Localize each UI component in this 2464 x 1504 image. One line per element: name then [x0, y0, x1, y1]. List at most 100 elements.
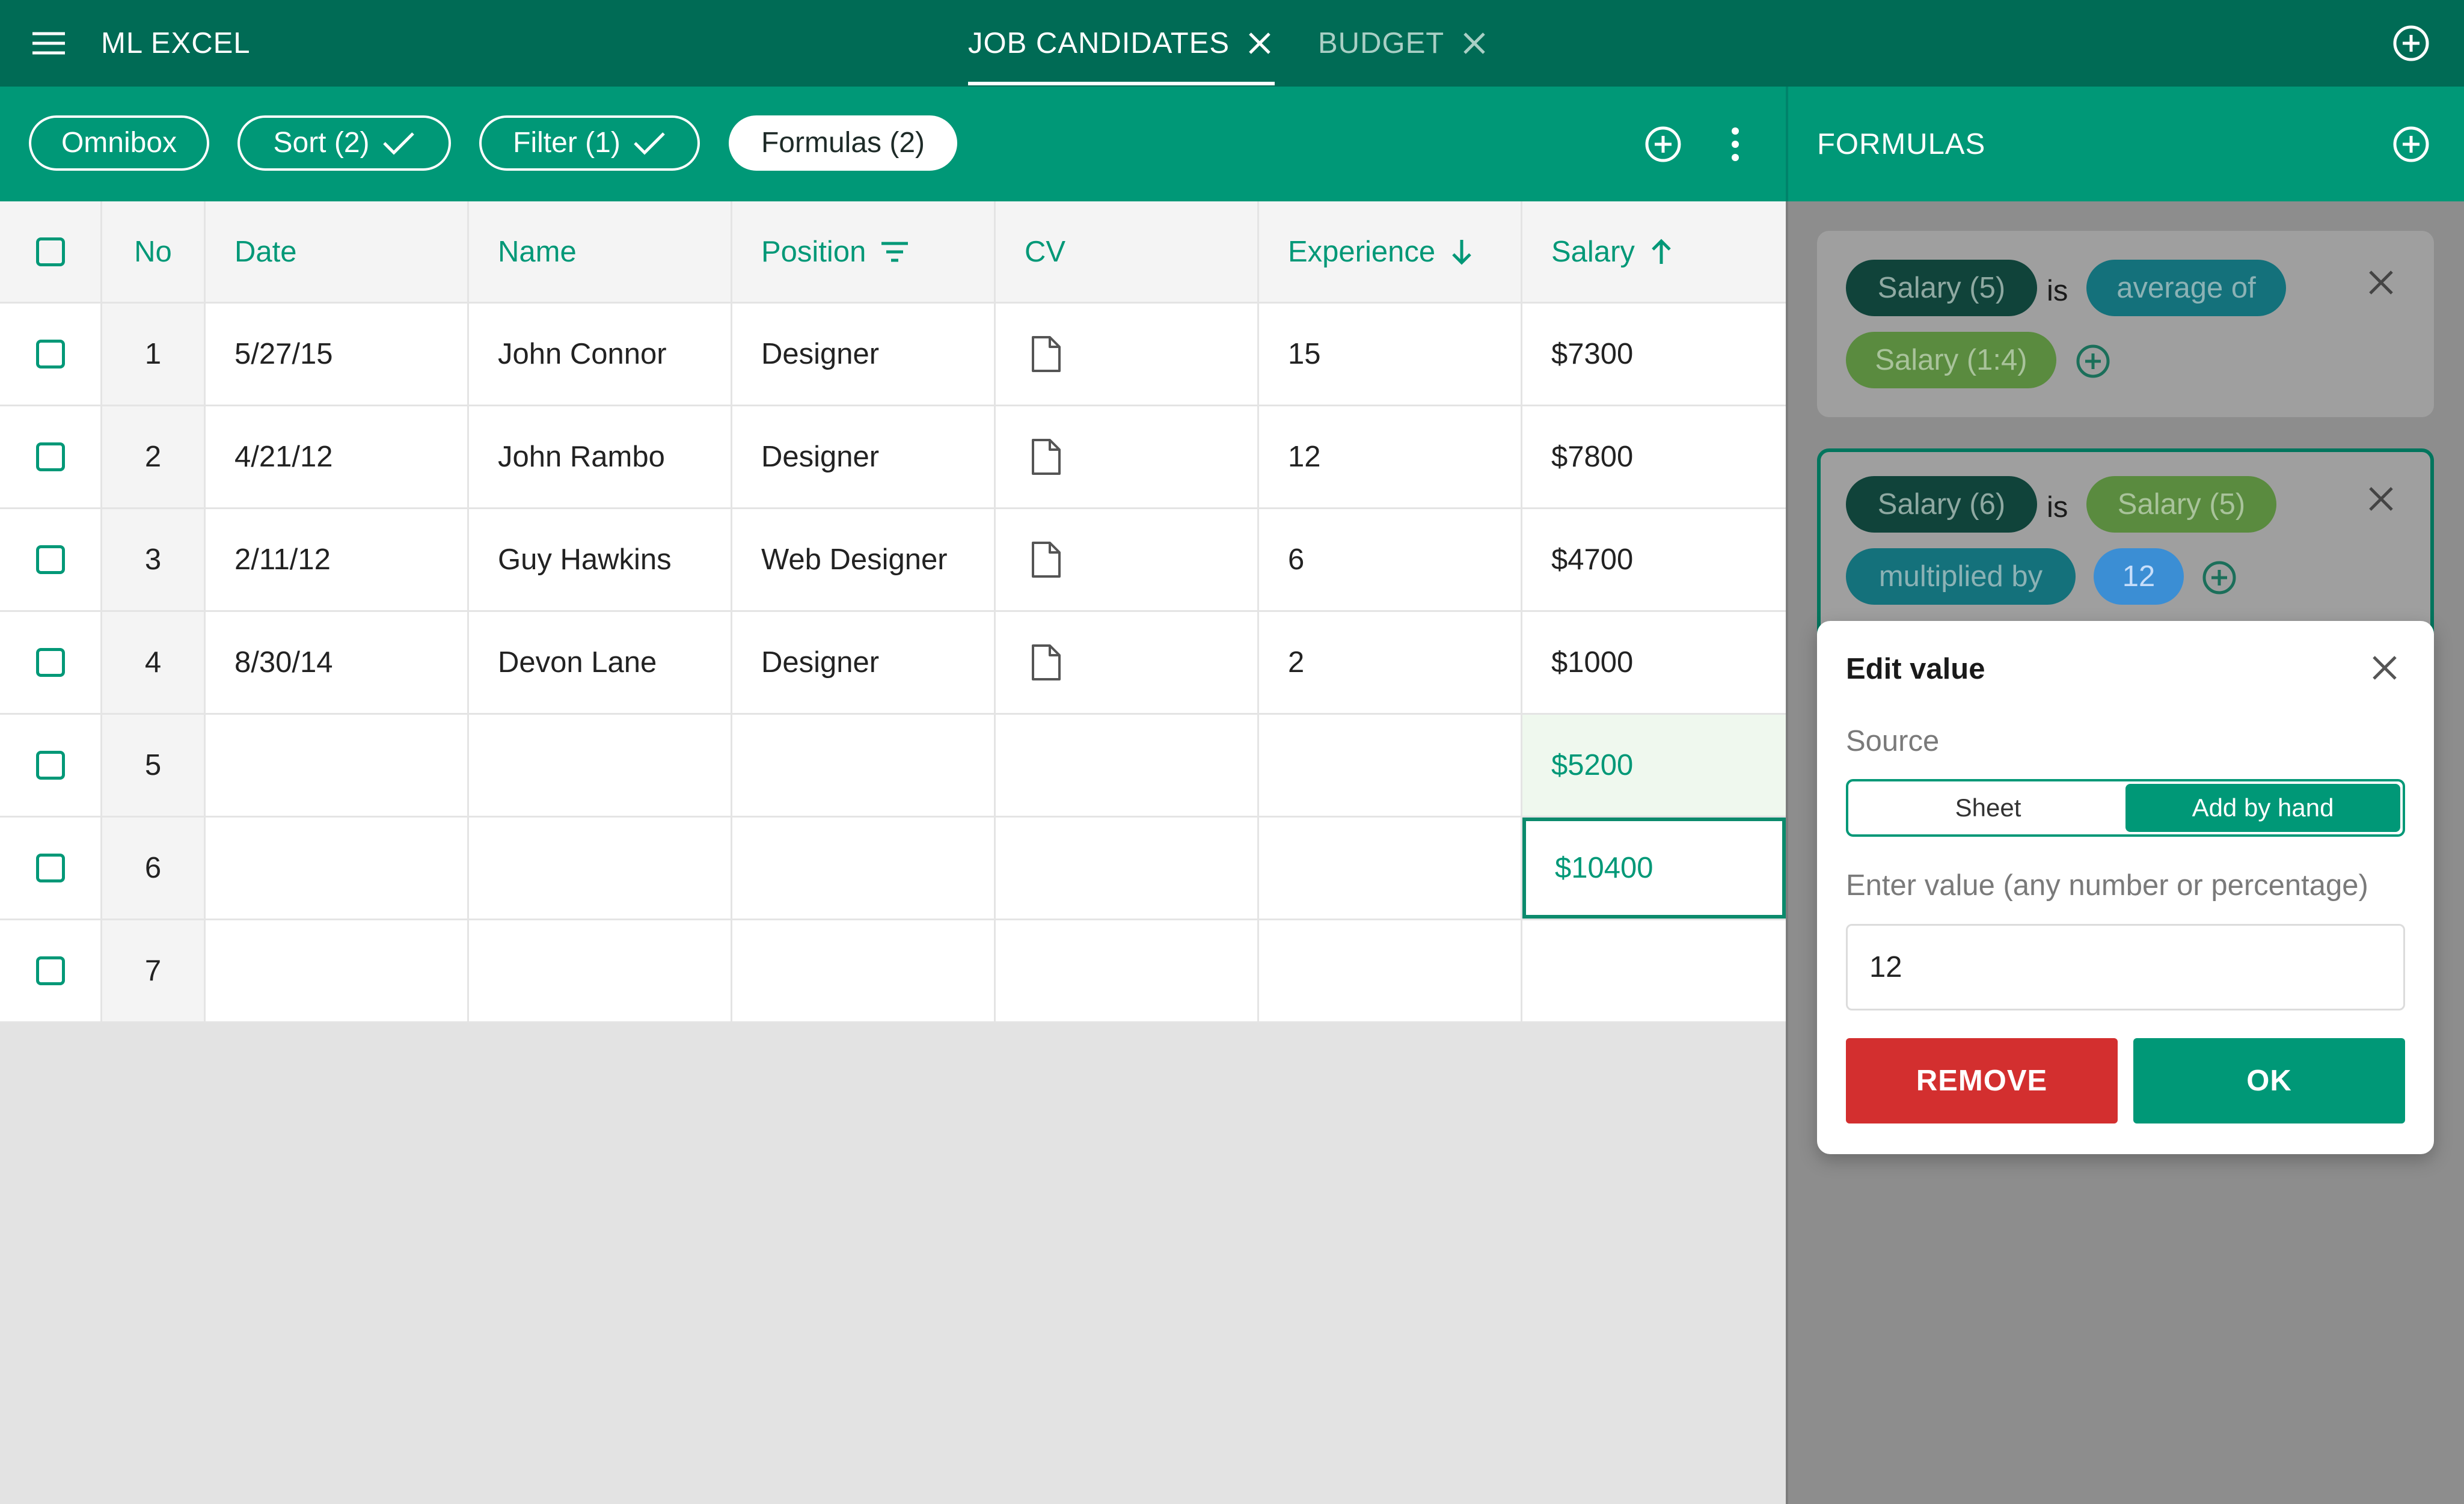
formula-value-pill[interactable]: 12: [2094, 548, 2184, 605]
add-term-icon[interactable]: [2076, 344, 2110, 379]
row-checkbox-cell: [0, 304, 102, 405]
cell-experience[interactable]: 6: [1259, 509, 1522, 610]
cell-experience[interactable]: 15: [1259, 304, 1522, 405]
cell-experience[interactable]: [1259, 818, 1522, 919]
formulas-chip[interactable]: Formulas (2): [729, 115, 957, 171]
cell-cv[interactable]: [996, 304, 1259, 405]
row-checkbox[interactable]: [35, 751, 65, 780]
menu-icon[interactable]: [31, 30, 66, 57]
cell-date[interactable]: [206, 715, 469, 816]
row-checkbox[interactable]: [35, 648, 65, 677]
cell-date[interactable]: 8/30/14: [206, 612, 469, 713]
cell-salary-selected[interactable]: $10400: [1522, 818, 1786, 919]
table-row[interactable]: 5 $5200: [0, 715, 1786, 818]
cell-position[interactable]: [732, 715, 996, 816]
cell-name[interactable]: Guy Hawkins: [469, 509, 732, 610]
file-icon[interactable]: [1031, 335, 1062, 373]
cell-date[interactable]: 2/11/12: [206, 509, 469, 610]
cell-experience[interactable]: [1259, 715, 1522, 816]
cell-salary[interactable]: $7800: [1522, 406, 1786, 507]
cell-position[interactable]: [732, 818, 996, 919]
cell-salary[interactable]: $1000: [1522, 612, 1786, 713]
add-icon[interactable]: [1644, 125, 1682, 164]
cell-cv[interactable]: [996, 509, 1259, 610]
omnibox-chip[interactable]: Omnibox: [29, 115, 209, 171]
cell-experience[interactable]: 12: [1259, 406, 1522, 507]
row-checkbox[interactable]: [35, 956, 65, 985]
cell-date[interactable]: 4/21/12: [206, 406, 469, 507]
header-no[interactable]: No: [102, 201, 206, 302]
source-option-sheet[interactable]: Sheet: [1851, 784, 2125, 832]
table-row[interactable]: 6 $10400: [0, 818, 1786, 920]
table-row[interactable]: 4 8/30/14 Devon Lane Designer 2 $1000: [0, 612, 1786, 715]
row-checkbox[interactable]: [35, 442, 65, 471]
remove-button[interactable]: REMOVE: [1846, 1038, 2118, 1123]
row-checkbox[interactable]: [35, 545, 65, 574]
cell-experience[interactable]: 2: [1259, 612, 1522, 713]
cell-cv[interactable]: [996, 612, 1259, 713]
formula-card[interactable]: Salary (5) is average of Salary (1:4): [1817, 231, 2434, 417]
source-option-add-by-hand[interactable]: Add by hand: [2125, 784, 2400, 832]
cell-salary[interactable]: [1522, 920, 1786, 1021]
file-icon[interactable]: [1031, 438, 1062, 476]
tab-job-candidates[interactable]: JOB CANDIDATES: [968, 24, 1272, 63]
value-input[interactable]: 12: [1846, 924, 2405, 1010]
tab-budget[interactable]: BUDGET: [1318, 24, 1486, 63]
close-icon[interactable]: [1462, 31, 1486, 55]
select-all-checkbox[interactable]: [35, 237, 65, 266]
row-checkbox[interactable]: [35, 340, 65, 368]
ok-button[interactable]: OK: [2133, 1038, 2405, 1123]
formula-operand-pill[interactable]: Salary (5): [2086, 476, 2276, 533]
cell-name[interactable]: [469, 818, 732, 919]
cell-position[interactable]: Designer: [732, 406, 996, 507]
cell-date[interactable]: [206, 818, 469, 919]
header-experience[interactable]: Experience: [1259, 201, 1522, 302]
cell-position[interactable]: Designer: [732, 612, 996, 713]
table-row[interactable]: 3 2/11/12 Guy Hawkins Web Designer 6 $47…: [0, 509, 1786, 612]
cell-salary[interactable]: $4700: [1522, 509, 1786, 610]
cell-cv[interactable]: [996, 715, 1259, 816]
file-icon[interactable]: [1031, 643, 1062, 682]
table-row[interactable]: 7: [0, 920, 1786, 1023]
formula-operation-pill[interactable]: average of: [2086, 260, 2286, 316]
cell-date[interactable]: 5/27/15: [206, 304, 469, 405]
close-icon[interactable]: [1248, 31, 1272, 55]
table-row[interactable]: 1 5/27/15 John Connor Designer 15 $7300: [0, 304, 1786, 406]
cell-name[interactable]: John Rambo: [469, 406, 732, 507]
close-icon[interactable]: [2368, 486, 2394, 512]
table-row[interactable]: 2 4/21/12 John Rambo Designer 12 $7800: [0, 406, 1786, 509]
add-formula-icon[interactable]: [2392, 125, 2430, 164]
formula-operand-pill[interactable]: Salary (1:4): [1846, 332, 2056, 388]
add-term-icon[interactable]: [2202, 560, 2237, 595]
cell-name[interactable]: Devon Lane: [469, 612, 732, 713]
cell-name[interactable]: John Connor: [469, 304, 732, 405]
filter-chip[interactable]: Filter (1): [479, 115, 700, 171]
sort-chip[interactable]: Sort (2): [238, 115, 451, 171]
formula-operation-pill[interactable]: multiplied by: [1846, 548, 2076, 605]
cell-salary[interactable]: $7300: [1522, 304, 1786, 405]
cell-position[interactable]: Designer: [732, 304, 996, 405]
cell-cv[interactable]: [996, 920, 1259, 1021]
formula-target-pill[interactable]: Salary (5): [1846, 260, 2037, 316]
cell-salary-formula[interactable]: $5200: [1522, 715, 1786, 816]
header-name[interactable]: Name: [469, 201, 732, 302]
file-icon[interactable]: [1031, 540, 1062, 579]
cell-cv[interactable]: [996, 406, 1259, 507]
cell-date[interactable]: [206, 920, 469, 1021]
cell-experience[interactable]: [1259, 920, 1522, 1021]
add-tab-icon[interactable]: [2392, 24, 2430, 63]
close-icon[interactable]: [2371, 655, 2398, 681]
formula-target-pill[interactable]: Salary (6): [1846, 476, 2037, 533]
header-date[interactable]: Date: [206, 201, 469, 302]
header-salary[interactable]: Salary: [1522, 201, 1786, 302]
more-vert-icon[interactable]: [1726, 125, 1745, 164]
cell-cv[interactable]: [996, 818, 1259, 919]
cell-name[interactable]: [469, 715, 732, 816]
row-checkbox[interactable]: [35, 854, 65, 882]
cell-position[interactable]: Web Designer: [732, 509, 996, 610]
close-icon[interactable]: [2368, 269, 2394, 296]
header-cv[interactable]: CV: [996, 201, 1259, 302]
cell-position[interactable]: [732, 920, 996, 1021]
header-position[interactable]: Position: [732, 201, 996, 302]
cell-name[interactable]: [469, 920, 732, 1021]
